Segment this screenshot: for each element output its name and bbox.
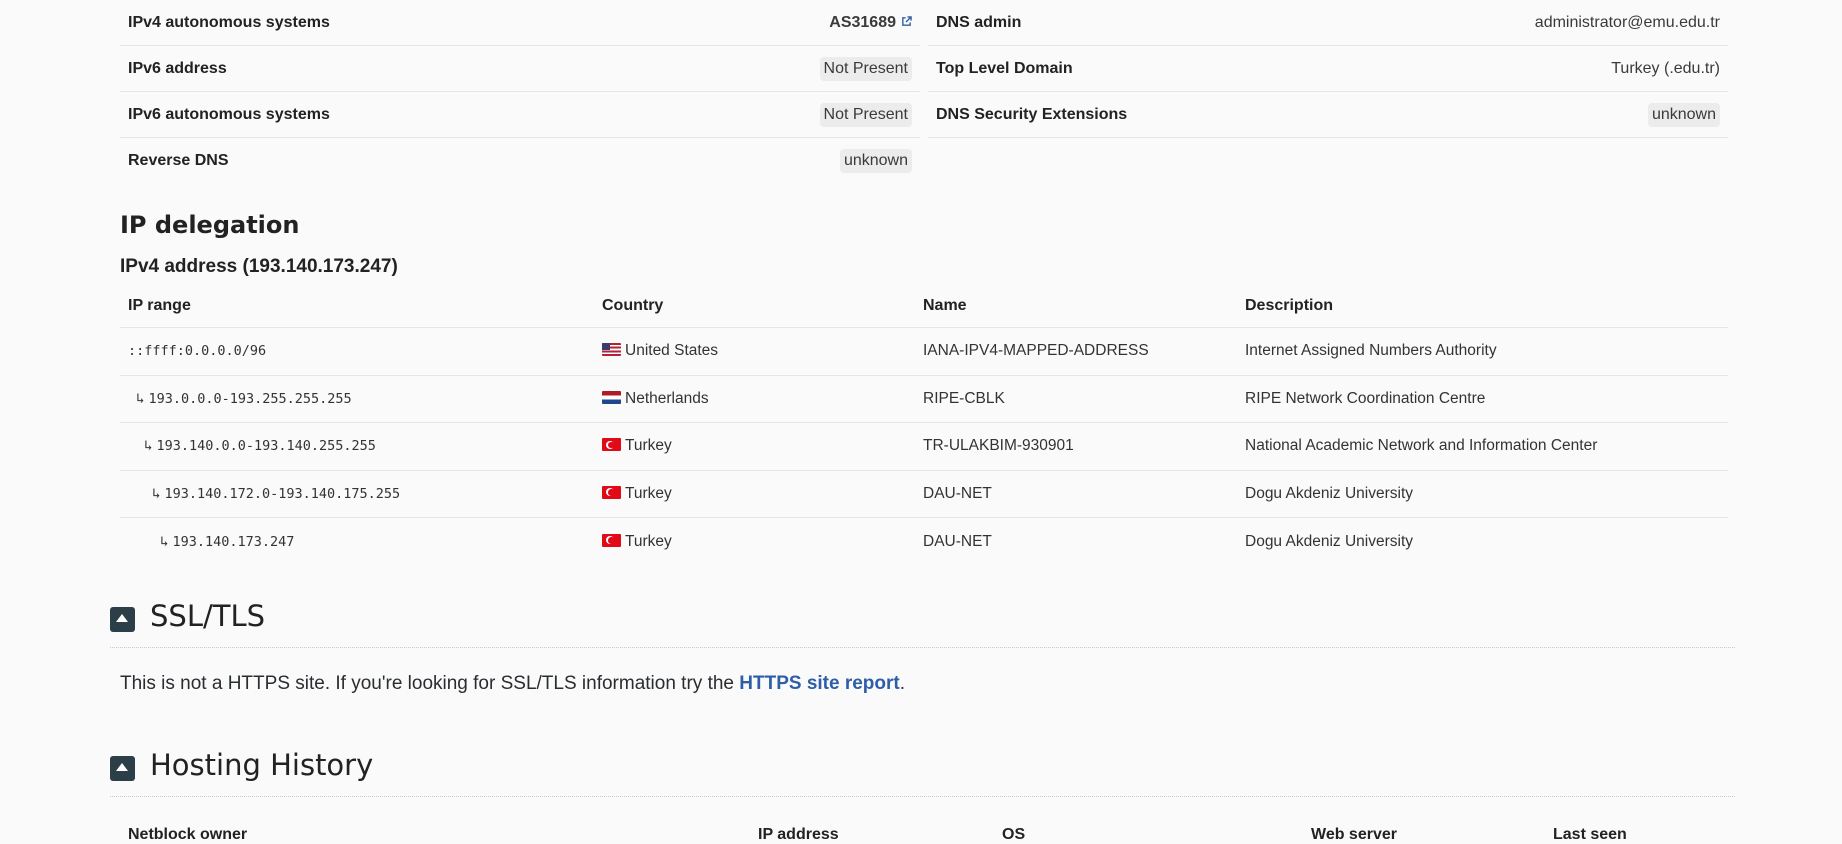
child-arrow-icon: ↳ (136, 390, 145, 407)
info-value: administrator@emu.edu.tr (1534, 13, 1720, 31)
nl-flag-icon (602, 390, 621, 404)
netblock-description: Dogu Akdeniz University (1245, 484, 1413, 502)
info-left-column: IPv4 autonomous systems AS31689 IPv6 add… (120, 0, 920, 184)
info-right-column: DNS admin administrator@emu.edu.tr Top L… (928, 0, 1728, 138)
netblock-name: TR-ULAKBIM-930901 (923, 437, 1074, 455)
ip-range: 193.0.0.0-193.255.255.255 (148, 390, 352, 407)
country-name: Turkey (625, 484, 672, 502)
https-site-report-link[interactable]: HTTPS site report (739, 673, 899, 694)
col-header-netblock-owner: Netblock owner (128, 826, 248, 843)
country-cell: Turkey (602, 485, 923, 503)
country-cell: Netherlands (602, 390, 923, 408)
as-link[interactable]: AS31689 (829, 14, 912, 32)
info-row-dns-admin: DNS admin administrator@emu.edu.tr (928, 0, 1728, 46)
ip-range-cell: ::ffff:0.0.0.0/96 (120, 343, 602, 359)
info-key: IPv6 autonomous systems (128, 105, 330, 123)
collapse-ssl-button[interactable] (110, 607, 135, 632)
hosting-history-table-header: Netblock owner IP address OS Web server … (120, 822, 1728, 843)
netblock-description: RIPE Network Coordination Centre (1245, 389, 1486, 407)
ip-range-cell: ↳ 193.140.172.0-193.140.175.255 (120, 486, 602, 502)
network-info-grid: IPv4 autonomous systems AS31689 IPv6 add… (110, 0, 1735, 186)
table-row: ↳ 193.140.173.247 Turkey DAU-NET Dogu Akd… (120, 518, 1728, 566)
ip-range: 193.140.172.0-193.140.175.255 (164, 485, 401, 502)
ssl-message: This is not a HTTPS site. If you're look… (120, 673, 905, 695)
ssl-section-header: SSL/TLS (110, 593, 1735, 648)
ip-delegation-table: IP range Country Name Description ::ffff… (120, 284, 1728, 566)
ip-range-cell: ↳ 193.140.0.0-193.140.255.255 (120, 438, 602, 454)
info-key: IPv6 address (128, 59, 227, 77)
tr-flag-icon (602, 438, 621, 452)
table-header: IP range Country Name Description (120, 284, 1728, 328)
hosting-history-section-header: Hosting History (110, 742, 1735, 797)
info-row-ipv6-as: IPv6 autonomous systems Not Present (120, 92, 920, 138)
info-row-dnssec: DNS Security Extensions unknown (928, 92, 1728, 138)
status-pill: Not Present (819, 102, 912, 127)
ip-range: 193.140.173.247 (172, 533, 295, 550)
info-key: DNS Security Extensions (936, 105, 1128, 123)
netblock-name: IANA-IPV4-MAPPED-ADDRESS (923, 342, 1149, 360)
netblock-description: Dogu Akdeniz University (1245, 532, 1413, 550)
hosting-history-title: Hosting History (150, 748, 374, 782)
status-pill: Not Present (819, 56, 912, 81)
netblock-name: RIPE-CBLK (923, 389, 1005, 407)
col-header-web-server: Web server (1311, 826, 1397, 843)
as-link-label: AS31689 (829, 13, 896, 31)
table-row: ::ffff:0.0.0.0/96 United States IANA-IPV… (120, 328, 1728, 376)
country-cell: United States (602, 342, 923, 360)
col-header-name: Name (923, 296, 967, 314)
us-flag-icon (602, 343, 621, 357)
country-cell: Turkey (602, 533, 923, 551)
child-arrow-icon: ↳ (144, 438, 153, 455)
netblock-description: Internet Assigned Numbers Authority (1245, 342, 1497, 360)
ip-range: 193.140.0.0-193.140.255.255 (156, 438, 376, 455)
col-header-last-seen: Last seen (1553, 826, 1627, 843)
ip-delegation-subheading: IPv4 address (193.140.173.247) (120, 256, 398, 277)
table-row: ↳ 193.140.0.0-193.140.255.255 Turkey TR-U… (120, 423, 1728, 471)
info-row-reverse-dns: Reverse DNS unknown (120, 138, 920, 184)
info-key: Top Level Domain (936, 59, 1073, 77)
col-header-os: OS (1002, 826, 1026, 843)
ip-range-cell: ↳ 193.140.173.247 (120, 534, 602, 550)
info-value: Turkey (.edu.tr) (1611, 59, 1720, 77)
tr-flag-icon (602, 533, 621, 547)
info-key: IPv4 autonomous systems (128, 13, 330, 31)
netblock-name: DAU-NET (923, 484, 992, 502)
ip-range-cell: ↳ 193.0.0.0-193.255.255.255 (120, 391, 602, 407)
table-row: ↳ 193.140.172.0-193.140.175.255 Turkey DA… (120, 471, 1728, 518)
netblock-name: DAU-NET (923, 532, 992, 550)
page-content: IPv4 autonomous systems AS31689 IPv6 add… (110, 0, 1735, 843)
col-header-ip-address: IP address (758, 826, 839, 843)
info-row-ipv6-address: IPv6 address Not Present (120, 46, 920, 92)
child-arrow-icon: ↳ (152, 485, 161, 502)
table-row: ↳ 193.0.0.0-193.255.255.255 Netherlands R… (120, 376, 1728, 423)
child-arrow-icon: ↳ (160, 533, 169, 550)
ssl-message-end: . (899, 673, 906, 694)
country-name: Netherlands (625, 389, 709, 407)
ip-delegation-heading: IP delegation (120, 211, 300, 239)
country-name: Turkey (625, 437, 672, 455)
country-name: United States (625, 342, 719, 360)
info-row-ipv4-as: IPv4 autonomous systems AS31689 (120, 0, 920, 46)
info-key: Reverse DNS (128, 152, 229, 169)
ssl-section-title: SSL/TLS (150, 599, 266, 633)
ssl-message-text: This is not a HTTPS site. If you're look… (120, 673, 740, 694)
status-pill: unknown (1647, 102, 1720, 127)
info-key: DNS admin (936, 13, 1022, 31)
country-name: Turkey (625, 532, 672, 550)
tr-flag-icon (602, 485, 621, 499)
ip-range: ::ffff:0.0.0.0/96 (128, 343, 267, 360)
collapse-hosting-history-button[interactable] (110, 756, 135, 781)
info-row-tld: Top Level Domain Turkey (.edu.tr) (928, 46, 1728, 92)
country-cell: Turkey (602, 437, 923, 455)
external-link-icon (902, 15, 912, 26)
col-header-description: Description (1245, 296, 1334, 314)
netblock-description: National Academic Network and Informatio… (1245, 437, 1598, 455)
col-header-country: Country (602, 296, 664, 314)
col-header-ip-range: IP range (128, 296, 191, 314)
status-pill: unknown (839, 149, 912, 173)
